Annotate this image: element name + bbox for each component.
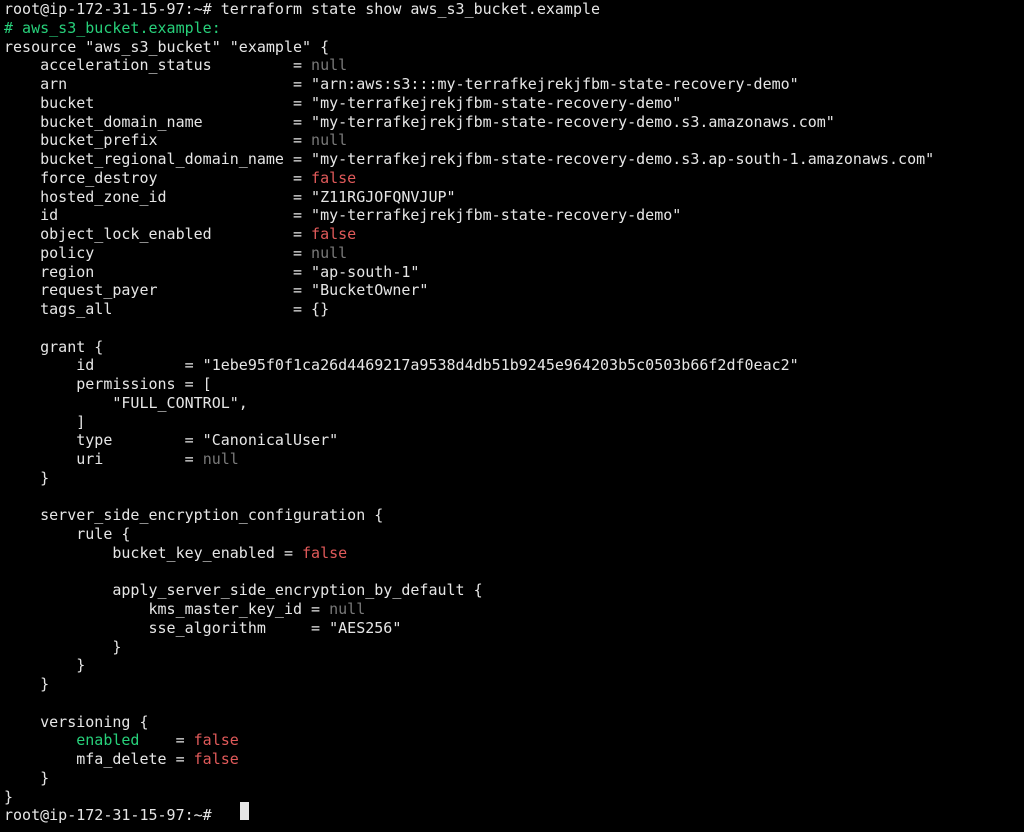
terminal-text: region = "ap-south-1" [4,262,420,281]
terminal-line: root@ip-172-31-15-97:~# [4,806,221,825]
terminal-line: apply_server_side_encryption_by_default … [4,581,483,600]
terminal-line: type = "CanonicalUser" [4,431,338,450]
terminal-line: sse_algorithm = "AES256" [4,619,401,638]
terminal-text: request_payer = "BucketOwner" [4,281,429,300]
terminal-text: id = "1ebe95f0f1ca26d4469217a9538d4db51b… [4,356,799,375]
terminal-line: uri = null [4,450,239,469]
terminal-text: rule { [4,525,131,543]
terminal-line: bucket = "my-terrafkejrekjfbm-state-reco… [4,94,681,113]
terminal-text: bucket_prefix = [4,131,312,150]
terminal-line: kms_master_key_id = null [4,600,365,619]
terminal-text: uri = [4,450,203,468]
null-value: null [311,131,348,150]
terminal-line: } [4,638,121,657]
terminal-line: server_side_encryption_configuration { [4,506,383,525]
terminal-text: sse_algorithm = "AES256" [4,618,402,637]
highlight-text: # aws_s3_bucket.example: [4,18,221,37]
false-value: false [311,168,357,187]
terminal-text: ] [4,412,86,431]
terminal-line: mfa_delete = false [4,750,239,769]
terminal-text: apply_server_side_encryption_by_default … [4,581,483,600]
terminal-text: } [4,656,86,675]
terminal-text: } [4,637,122,656]
terminal-text: policy = [4,243,312,262]
terminal-line: object_lock_enabled = false [4,225,356,244]
false-value: false [302,543,348,562]
terminal-text: server_side_encryption_configuration { [4,506,384,525]
terminal-line: rule { [4,525,130,544]
terminal-line: } [4,769,49,788]
terminal-text: } [4,675,50,693]
terminal-text: hosted_zone_id = "Z11RGJOFQNVJUP" [4,187,456,206]
terminal-text: type = "CanonicalUser" [4,431,339,450]
terminal-text: } [4,787,14,806]
terminal-line: force_destroy = false [4,169,356,188]
terminal-line: arn = "arn:aws:s3:::my-terrafkejrekjfbm-… [4,75,799,94]
false-value: false [311,225,357,243]
terminal-line: } [4,675,49,694]
null-value: null [202,450,239,468]
terminal-line: versioning { [4,712,149,732]
terminal-line: request_payer = "BucketOwner" [4,281,428,300]
terminal-line: enabled = false [4,731,239,750]
terminal-text: bucket_domain_name = "my-terrafkejrekjfb… [4,112,835,131]
terminal-line: root@ip-172-31-15-97:~# terraform state … [4,0,600,19]
terminal-line: acceleration_status = null [4,56,347,75]
terminal-line: } [4,656,85,675]
terminal-cursor [240,802,249,820]
terminal-text: grant { [4,337,104,356]
null-value: null [311,243,348,262]
terminal-line: tags_all = {} [4,300,329,319]
terminal-text: bucket = "my-terrafkejrekjfbm-state-reco… [4,93,682,112]
null-value: null [311,56,348,75]
terminal-window[interactable]: root@ip-172-31-15-97:~# terraform state … [0,0,1024,832]
terminal-line: bucket_domain_name = "my-terrafkejrekjfb… [4,113,835,132]
terminal-text: bucket_key_enabled = [4,543,303,562]
terminal-text: force_destroy = [4,168,312,187]
terminal-text: } [4,468,50,487]
null-value: null [329,600,366,618]
terminal-text: mfa_delete = [4,750,194,768]
terminal-text: "FULL_CONTROL", [4,393,248,412]
terminal-text: versioning { [4,712,149,731]
terminal-text: id = "my-terrafkejrekjfbm-state-recovery… [4,206,682,225]
terminal-text: root@ip-172-31-15-97:~# terraform state … [4,0,601,18]
terminal-text: bucket_regional_domain_name = "my-terraf… [4,150,935,168]
terminal-line: resource "aws_s3_bucket" "example" { [4,38,329,57]
terminal-line: } [4,469,49,488]
terminal-line: policy = null [4,244,347,263]
terminal-line: ] [4,413,85,432]
terminal-line: id = "1ebe95f0f1ca26d4469217a9538d4db51b… [4,356,799,375]
false-value: false [193,731,239,750]
terminal-text: object_lock_enabled = [4,225,312,243]
terminal-line: } [4,788,13,807]
terminal-line: region = "ap-south-1" [4,263,419,282]
terminal-text: = [139,731,194,750]
terminal-text: } [4,768,50,787]
terminal-text: tags_all = {} [4,300,330,318]
terminal-text: arn = "arn:aws:s3:::my-terrafkejrekjfbm-… [4,75,799,93]
terminal-text: permissions = [ [4,375,212,393]
false-value: false [193,750,239,768]
terminal-line: hosted_zone_id = "Z11RGJOFQNVJUP" [4,187,456,207]
terminal-line: id = "my-terrafkejrekjfbm-state-recovery… [4,206,681,225]
terminal-text: acceleration_status = [4,56,312,75]
terminal-text: kms_master_key_id = [4,600,330,618]
terminal-text: root@ip-172-31-15-97:~# [4,806,221,825]
terminal-line: # aws_s3_bucket.example: [4,19,221,38]
terminal-line: bucket_prefix = null [4,131,347,150]
terminal-text: resource "aws_s3_bucket" "example" { [4,37,330,56]
terminal-line: grant { [4,338,103,357]
terminal-line: permissions = [ [4,375,212,394]
terminal-line: bucket_key_enabled = false [4,544,347,563]
terminal-line: "FULL_CONTROL", [4,393,248,413]
terminal-line: bucket_regional_domain_name = "my-terraf… [4,150,934,169]
highlight-text: enabled [76,731,140,750]
